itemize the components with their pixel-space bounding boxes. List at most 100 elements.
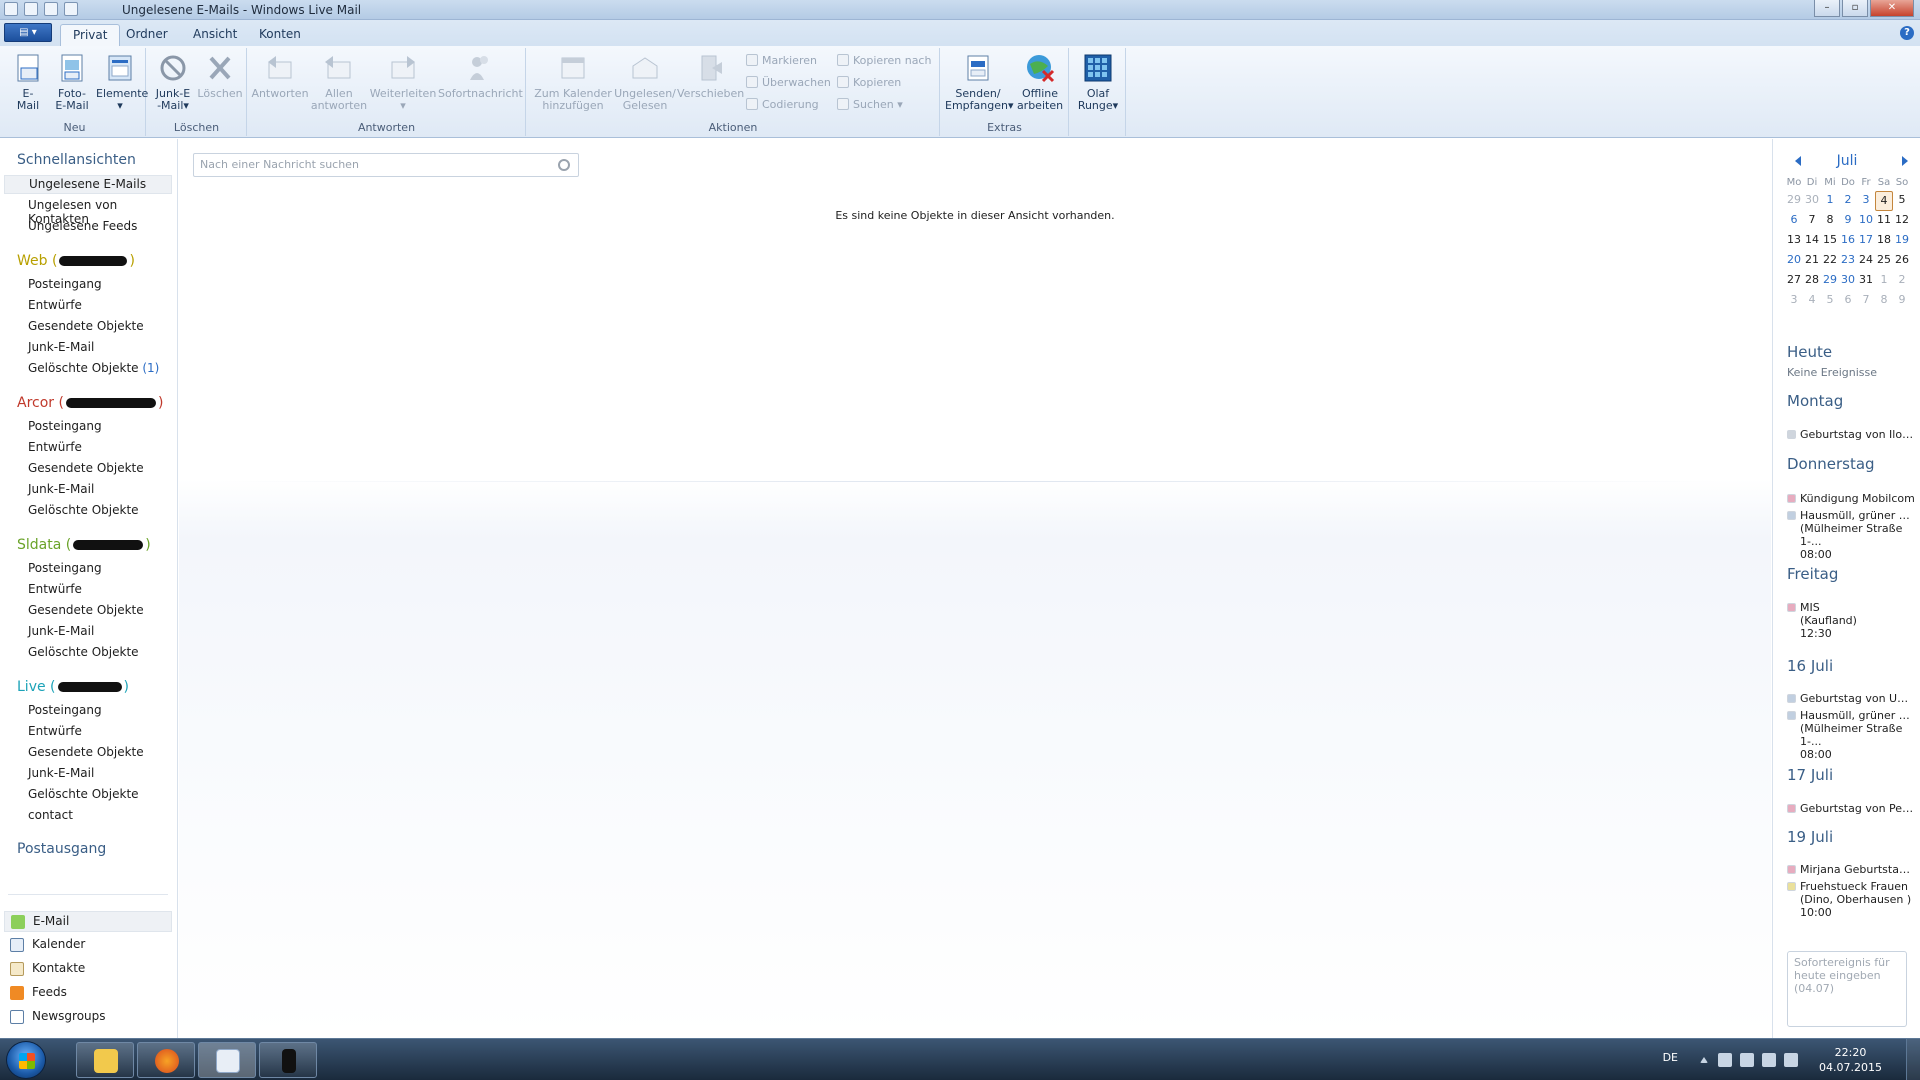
tab-ordner[interactable]: Ordner	[114, 24, 180, 46]
folder-sent[interactable]: Gesendete Objekte	[28, 603, 144, 617]
search-icon[interactable]	[558, 159, 570, 171]
calendar-day[interactable]: 19	[1893, 231, 1911, 251]
new-email-button[interactable]: E- Mail	[8, 52, 48, 112]
folder-deleted[interactable]: Gelöschte Objekte	[28, 645, 139, 659]
instant-message-button[interactable]: Sofortnachricht	[438, 52, 523, 100]
folder-unread-feeds[interactable]: Ungelesene Feeds	[28, 219, 137, 233]
calendar-day[interactable]: 26	[1893, 251, 1911, 271]
language-indicator[interactable]: DE	[1663, 1051, 1678, 1064]
user-account-button[interactable]: Olaf Runge▾	[1074, 52, 1122, 112]
show-desktop-button[interactable]	[1906, 1039, 1920, 1080]
quick-event-input[interactable]: Sofortereignis für heute eingeben (04.07…	[1787, 951, 1907, 1027]
folder-inbox[interactable]: Posteingang	[28, 419, 102, 433]
tab-privat[interactable]: Privat	[60, 24, 121, 46]
calendar-day[interactable]: 21	[1803, 251, 1821, 271]
taskbar-app[interactable]	[259, 1042, 317, 1078]
calendar-day[interactable]: 3	[1857, 191, 1875, 211]
send-receive-icon[interactable]	[64, 2, 78, 16]
calendar-day[interactable]: 11	[1875, 211, 1893, 231]
calendar-event[interactable]: Geburtstag von Pete...	[1787, 802, 1915, 815]
calendar-event[interactable]: Geburtstag von Udo...	[1787, 692, 1915, 705]
windows-flag-tray-icon[interactable]	[1718, 1053, 1732, 1067]
calendar-day[interactable]: 8	[1875, 291, 1893, 311]
reply-button[interactable]: Antworten	[250, 52, 310, 100]
calendar-day[interactable]: 30	[1803, 191, 1821, 211]
folder-drafts[interactable]: Entwürfe	[28, 298, 82, 312]
calendar-day[interactable]: 18	[1875, 231, 1893, 251]
folder-junk[interactable]: Junk-E-Mail	[28, 482, 94, 496]
calendar-day[interactable]: 13	[1785, 231, 1803, 251]
folder-drafts[interactable]: Entwürfe	[28, 582, 82, 596]
folder-deleted[interactable]: Gelöschte Objekte (1)	[28, 361, 159, 375]
reply-icon[interactable]	[44, 2, 58, 16]
new-items-dropdown[interactable]: Elemente ▾	[96, 52, 148, 112]
folder-unread-emails[interactable]: Ungelesene E-Mails	[4, 175, 172, 194]
folder-sent[interactable]: Gesendete Objekte	[28, 319, 144, 333]
junk-email-button[interactable]: Junk-E -Mail▾	[151, 52, 195, 112]
nav-feeds[interactable]: Feeds	[4, 983, 172, 1004]
calendar-day[interactable]: 24	[1857, 251, 1875, 271]
calendar-event[interactable]: Kündigung Mobilcom	[1787, 492, 1915, 505]
calendar-day[interactable]: 30	[1839, 271, 1857, 291]
folder-inbox[interactable]: Posteingang	[28, 561, 102, 575]
calendar-day[interactable]: 14	[1803, 231, 1821, 251]
start-button[interactable]	[6, 1041, 46, 1079]
calendar-day[interactable]: 2	[1893, 271, 1911, 291]
account-live[interactable]: Live ()	[17, 679, 129, 695]
calendar-day[interactable]: 25	[1875, 251, 1893, 271]
work-offline-button[interactable]: Offline arbeiten	[1013, 52, 1067, 112]
calendar-month[interactable]: Juli	[1773, 153, 1920, 169]
calendar-day[interactable]: 23	[1839, 251, 1857, 271]
calendar-day[interactable]: 4	[1803, 291, 1821, 311]
tab-konten[interactable]: Konten	[247, 24, 313, 46]
calendar-day[interactable]: 31	[1857, 271, 1875, 291]
send-receive-button[interactable]: Senden/Empfangen▾	[945, 52, 1014, 112]
unread-read-button[interactable]: Ungelesen/Gelesen	[613, 52, 677, 112]
calendar-day[interactable]: 1	[1875, 271, 1893, 291]
encoding-button[interactable]: Codierung	[746, 98, 819, 111]
network-icon[interactable]	[1762, 1053, 1776, 1067]
clock[interactable]: 22:20 04.07.2015	[1819, 1045, 1882, 1075]
calendar-day[interactable]: 3	[1785, 291, 1803, 311]
folder-junk[interactable]: Junk-E-Mail	[28, 340, 94, 354]
folder-junk[interactable]: Junk-E-Mail	[28, 624, 94, 638]
calendar-event[interactable]: Hausmüll, grüner De... (Mülheimer Straße …	[1787, 509, 1915, 561]
folder-sent[interactable]: Gesendete Objekte	[28, 461, 144, 475]
quickviews-heading[interactable]: Schnellansichten	[17, 152, 136, 168]
forward-button[interactable]: Weiterleiten ▾	[368, 52, 438, 112]
tab-ansicht[interactable]: Ansicht	[181, 24, 249, 46]
close-button[interactable]: ✕	[1870, 0, 1914, 17]
watch-button[interactable]: Überwachen	[746, 76, 831, 89]
action-center-icon[interactable]	[1740, 1053, 1754, 1067]
find-button[interactable]: Suchen ▾	[837, 98, 903, 111]
folder-deleted[interactable]: Gelöschte Objekte	[28, 503, 139, 517]
calendar-event[interactable]: Hausmüll, grüner De... (Mülheimer Straße …	[1787, 709, 1915, 761]
nav-email[interactable]: E-Mail	[4, 911, 172, 932]
account-web[interactable]: Web ()	[17, 253, 135, 269]
help-icon[interactable]: ?	[1900, 26, 1914, 40]
calendar-day[interactable]: 15	[1821, 231, 1839, 251]
delete-button[interactable]: Löschen	[195, 52, 245, 100]
new-email-icon[interactable]	[24, 2, 38, 16]
calendar-day[interactable]: 29	[1785, 191, 1803, 211]
taskbar-firefox[interactable]	[137, 1042, 195, 1078]
calendar-day[interactable]: 10	[1857, 211, 1875, 231]
calendar-day[interactable]: 1	[1821, 191, 1839, 211]
tray-expand-icon[interactable]	[1700, 1057, 1708, 1063]
calendar-event[interactable]: Geburtstag von Ilon...	[1787, 428, 1915, 441]
nav-newsgroups[interactable]: Newsgroups	[4, 1007, 172, 1028]
calendar-event[interactable]: MIS (Kaufland) 12:30	[1787, 601, 1915, 640]
calendar-day[interactable]: 20	[1785, 251, 1803, 271]
calendar-day[interactable]: 17	[1857, 231, 1875, 251]
calendar-day[interactable]: 5	[1893, 191, 1911, 211]
calendar-day[interactable]: 5	[1821, 291, 1839, 311]
copy-button[interactable]: Kopieren	[837, 76, 901, 89]
taskbar-explorer[interactable]	[76, 1042, 134, 1078]
folder-drafts[interactable]: Entwürfe	[28, 724, 82, 738]
calendar-day[interactable]: 9	[1839, 211, 1857, 231]
copy-to-button[interactable]: Kopieren nach	[837, 54, 931, 67]
calendar-day-today[interactable]: 4	[1875, 191, 1893, 211]
folder-contact[interactable]: contact	[28, 808, 73, 822]
calendar-day[interactable]: 8	[1821, 211, 1839, 231]
maximize-button[interactable]: ▫	[1842, 0, 1868, 17]
